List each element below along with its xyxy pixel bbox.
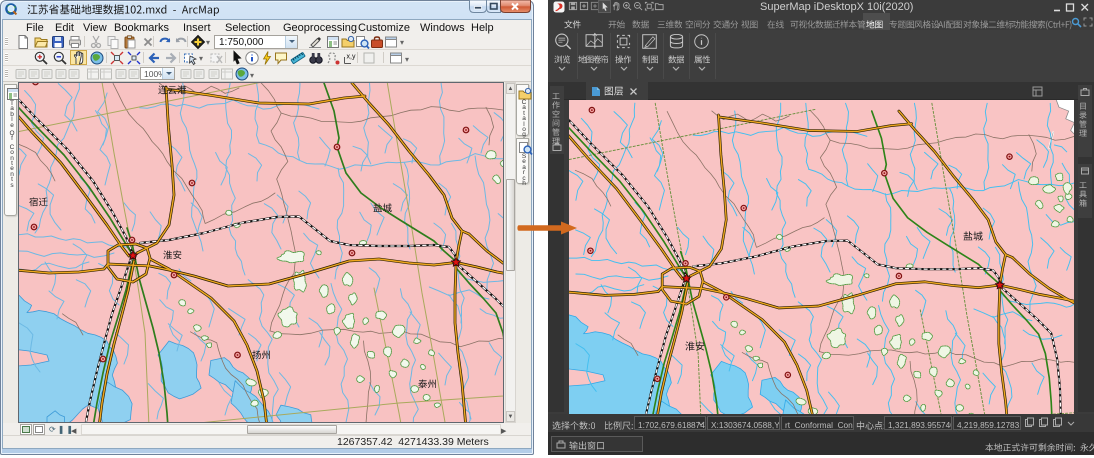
svg-text:x,y: x,y [347,54,356,61]
